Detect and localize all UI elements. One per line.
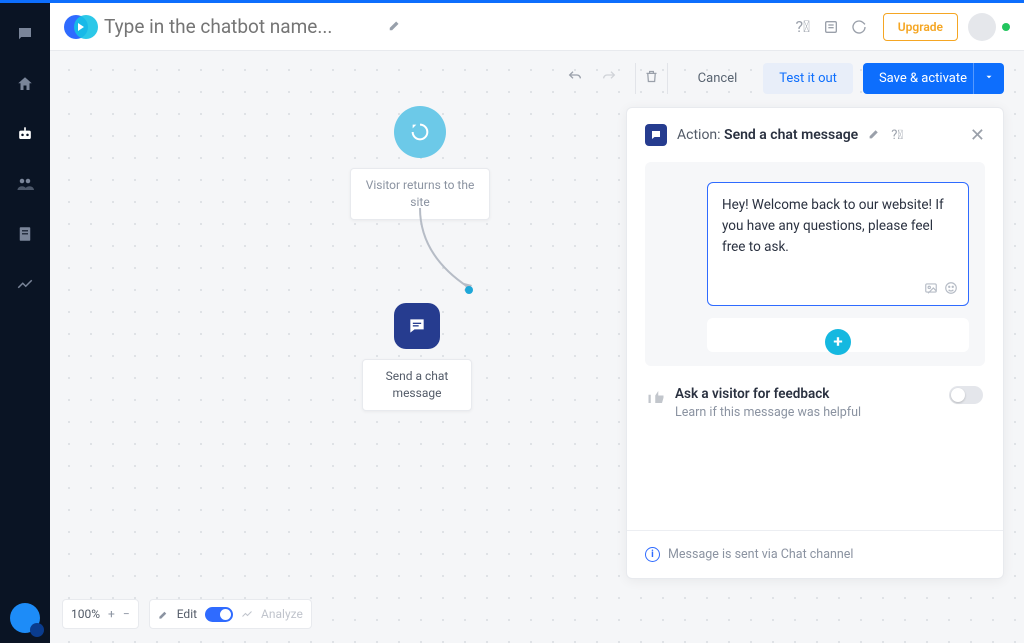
zoom-group: 100% + −	[62, 599, 139, 629]
action-node[interactable]: Send a chat message	[362, 303, 472, 411]
online-status-dot	[1002, 23, 1010, 31]
bottom-bar: 100% + − Edit Analyze	[62, 599, 312, 629]
panel-edit-icon[interactable]	[868, 127, 881, 144]
user-avatar[interactable]	[968, 13, 996, 41]
refresh-icon[interactable]	[845, 13, 873, 41]
trigger-node[interactable]: Visitor returns to the site	[350, 106, 490, 220]
undo-icon[interactable]	[563, 65, 587, 93]
mode-group: Edit Analyze	[149, 599, 312, 629]
action-panel: Action: Send a chat message ?⃝ ✕	[626, 107, 1004, 579]
info-icon: i	[645, 547, 660, 562]
analyze-mode-label: Analyze	[261, 607, 303, 621]
main-area: Cancel Test it out Save & activate Visit…	[50, 51, 1024, 643]
thumbs-icon	[647, 388, 665, 410]
add-message-card: +	[707, 318, 969, 352]
chatbot-name-input[interactable]	[104, 15, 384, 38]
feedback-row: Ask a visitor for feedback Learn if this…	[645, 366, 985, 440]
sidebar-docs-icon[interactable]	[14, 223, 36, 245]
panel-header: Action: Send a chat message ?⃝ ✕	[627, 108, 1003, 162]
edit-name-icon[interactable]	[388, 17, 402, 36]
sidebar-people-icon[interactable]	[14, 173, 36, 195]
trigger-icon	[394, 106, 446, 158]
feedback-title: Ask a visitor for feedback	[675, 386, 861, 402]
panel-note-text: Message is sent via Chat channel	[668, 547, 853, 562]
cancel-button[interactable]: Cancel	[682, 63, 754, 94]
sidebar-bot-icon[interactable]	[14, 123, 36, 145]
sidebar-home-icon[interactable]	[14, 73, 36, 95]
test-button[interactable]: Test it out	[763, 63, 853, 94]
help-bubble-icon[interactable]	[10, 603, 46, 639]
action-label: Send a chat message	[362, 359, 472, 411]
sidebar-analytics-icon[interactable]	[14, 273, 36, 295]
mode-toggle[interactable]	[205, 607, 233, 622]
message-textbox[interactable]	[707, 182, 969, 306]
action-icon	[394, 303, 440, 349]
edit-mode-icon	[158, 609, 169, 620]
top-header: ?⃝ Upgrade	[50, 3, 1024, 51]
canvas-toolbar: Cancel Test it out Save & activate	[563, 63, 1004, 94]
panel-header-icon	[645, 124, 667, 146]
emoji-icon[interactable]	[944, 281, 958, 299]
zoom-value: 100%	[71, 607, 100, 621]
app-logo[interactable]	[64, 12, 94, 42]
help-icon[interactable]: ?⃝	[789, 13, 817, 41]
panel-close-icon[interactable]: ✕	[970, 125, 985, 146]
attach-image-icon[interactable]	[924, 281, 938, 299]
trigger-label: Visitor returns to the site	[350, 168, 490, 220]
zoom-out-button[interactable]: −	[123, 607, 130, 621]
connector-end-dot	[465, 286, 473, 294]
redo-icon	[597, 65, 621, 93]
panel-note: i Message is sent via Chat channel	[627, 530, 1003, 578]
zoom-in-button[interactable]: +	[108, 607, 115, 621]
feedback-subtitle: Learn if this message was helpful	[675, 405, 861, 420]
save-dropdown-chevron[interactable]	[973, 63, 1004, 94]
add-message-button[interactable]: +	[825, 329, 851, 355]
news-icon[interactable]	[817, 13, 845, 41]
edit-mode-label: Edit	[177, 607, 197, 621]
message-textarea[interactable]	[722, 195, 954, 273]
sidebar-chat-icon[interactable]	[14, 23, 36, 45]
panel-help-icon[interactable]: ?⃝	[891, 128, 903, 143]
feedback-toggle[interactable]	[949, 386, 983, 404]
message-composer: +	[645, 162, 985, 366]
panel-title: Action: Send a chat message	[677, 127, 858, 143]
left-sidebar	[0, 3, 50, 643]
upgrade-button[interactable]: Upgrade	[883, 13, 958, 41]
save-activate-button[interactable]: Save & activate	[863, 63, 983, 94]
analyze-mode-icon	[241, 608, 253, 620]
delete-icon[interactable]	[635, 63, 668, 94]
